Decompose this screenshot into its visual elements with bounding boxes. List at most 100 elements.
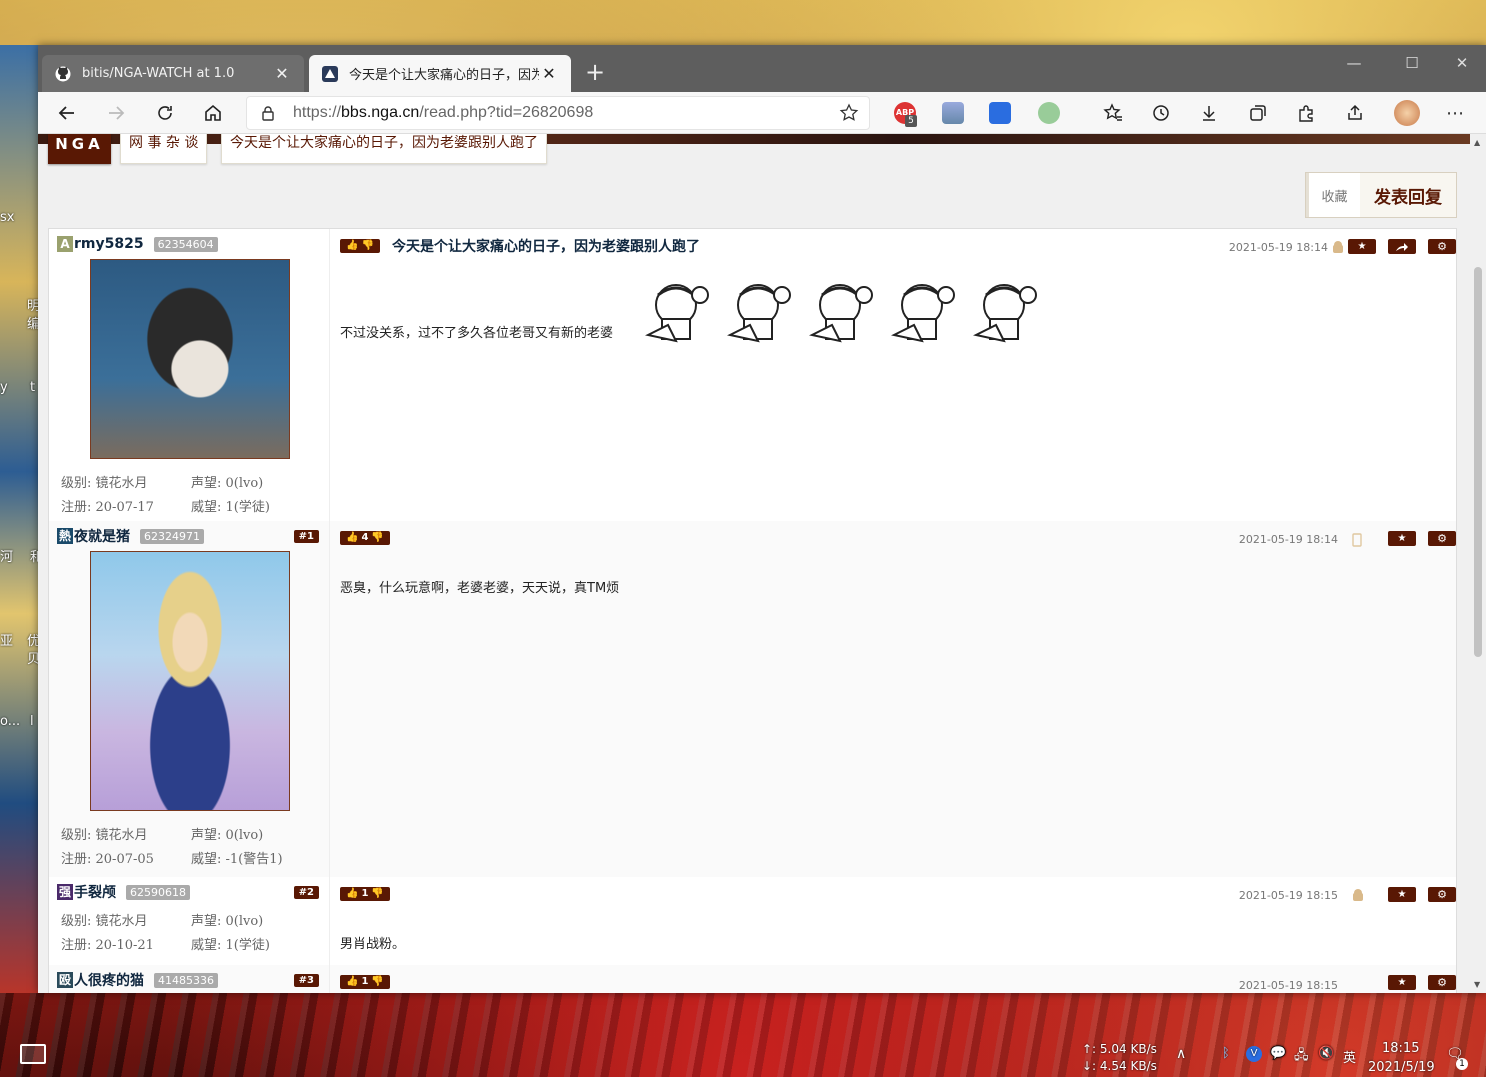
avatar[interactable]: [90, 551, 290, 811]
star-icon: ★: [1397, 533, 1407, 544]
post-item: A rmy5825 62354604 级别: 镜花水月 声望: 0(lvo) 注册…: [49, 229, 1456, 521]
vote-buttons[interactable]: 👍 👎: [340, 239, 380, 253]
user-level: 级别: 镜花水月: [61, 827, 148, 843]
favorites-button[interactable]: [1098, 98, 1128, 128]
desktop-icon-label[interactable]: l: [30, 714, 34, 729]
sticker-image: [973, 284, 1037, 343]
user-reputation: 声望: 0(lvo): [191, 475, 264, 491]
thumbs-up-icon[interactable]: 👍: [346, 239, 358, 253]
scrollbar-thumb[interactable]: [1474, 267, 1482, 657]
desktop-icon-label[interactable]: 亚: [0, 630, 13, 649]
vote-buttons[interactable]: 👍 1 👎: [340, 975, 390, 989]
ime-indicator[interactable]: 英: [1343, 1047, 1356, 1066]
share-post-button[interactable]: [1388, 239, 1416, 254]
history-button[interactable]: [1146, 98, 1176, 128]
address-bar[interactable]: https://bbs.nga.cn/read.php?tid=26820698: [246, 96, 870, 130]
floor-number[interactable]: #3: [293, 974, 319, 987]
tab-github[interactable]: bitis/NGA-WATCH at 1.0 ✕: [42, 55, 304, 92]
clock-time[interactable]: 18:15: [1382, 1041, 1419, 1056]
desktop-icon-label[interactable]: t: [30, 380, 35, 395]
bluetooth-icon[interactable]: ᛒ: [1222, 1046, 1230, 1061]
close-icon[interactable]: ✕: [272, 64, 292, 83]
maximize-button[interactable]: ☐: [1388, 49, 1436, 77]
page-scrollbar[interactable]: ▲ ▼: [1470, 134, 1486, 993]
translate-extension-icon[interactable]: [989, 102, 1011, 124]
chevron-up-icon[interactable]: ∧: [1176, 1046, 1186, 1062]
home-button[interactable]: [198, 98, 228, 128]
user-id-badge[interactable]: 62590618: [126, 884, 190, 900]
clock-date[interactable]: 2021/5/19: [1368, 1060, 1435, 1075]
back-button[interactable]: [52, 98, 82, 128]
post-item: 熱 夜就是猪 62324971 #1 级别: 镜花水月 声望: 0(lvo) 注册…: [49, 521, 1456, 877]
favorite-post-button[interactable]: ★: [1388, 975, 1416, 990]
desktop-icon-label[interactable]: y: [0, 380, 8, 395]
favorite-post-button[interactable]: ★: [1348, 239, 1376, 254]
nga-logo[interactable]: NGA: [48, 134, 111, 164]
vote-buttons[interactable]: 👍 4 👎: [340, 531, 390, 545]
username[interactable]: 夜就是猪: [74, 526, 130, 546]
mute-icon[interactable]: 🔇: [1318, 1046, 1334, 1061]
thumbs-down-icon[interactable]: 👎: [371, 975, 383, 989]
user-id-badge[interactable]: 62354604: [153, 236, 218, 252]
favorite-thread-button[interactable]: 收藏: [1306, 173, 1360, 217]
downloads-button[interactable]: [1194, 98, 1224, 128]
forward-button[interactable]: [101, 98, 131, 128]
extension-icon[interactable]: [1038, 102, 1060, 124]
taskbar: ↑: 5.04 KB/s ↓: 4.54 KB/s ∧ ᛒ V 💬 🖧 🔇 英 …: [0, 1032, 1486, 1077]
tab-nga[interactable]: 今天是个让大家痛心的日子，因为 ✕: [309, 55, 571, 92]
refresh-button[interactable]: [150, 98, 180, 128]
browser-window: bitis/NGA-WATCH at 1.0 ✕ 今天是个让大家痛心的日子，因为…: [38, 45, 1486, 993]
scroll-down-arrow[interactable]: ▼: [1474, 980, 1480, 989]
thumbs-down-icon[interactable]: 👎: [371, 887, 383, 901]
more-menu-icon[interactable]: ⋯: [1440, 98, 1470, 128]
desktop-icon-label[interactable]: 河: [0, 546, 13, 565]
post-settings-button[interactable]: ⚙: [1428, 887, 1456, 902]
user-id-badge[interactable]: 62324971: [140, 528, 204, 544]
thumbs-up-icon[interactable]: 👍: [346, 531, 358, 545]
download-speed: ↓: 4.54 KB/s: [1082, 1059, 1157, 1073]
thumbs-down-icon[interactable]: 👎: [361, 239, 373, 253]
image-extension-icon[interactable]: [942, 102, 964, 124]
extensions-button[interactable]: [1291, 98, 1321, 128]
breadcrumb-thread[interactable]: 今天是个让大家痛心的日子，因为老婆跟别人跑了: [221, 134, 547, 164]
thumbs-up-icon[interactable]: 👍: [346, 887, 358, 901]
user-id-badge[interactable]: 41485336: [154, 972, 218, 988]
share-button[interactable]: [1340, 98, 1370, 128]
post-reply-button[interactable]: 发表回复: [1360, 173, 1456, 217]
breadcrumb-forum[interactable]: 网 事 杂 谈: [120, 134, 208, 164]
post-settings-button[interactable]: ⚙: [1428, 531, 1456, 546]
collections-button[interactable]: [1243, 98, 1273, 128]
gear-icon: ⚙: [1437, 532, 1447, 545]
floor-number[interactable]: #2: [293, 886, 319, 899]
lock-icon[interactable]: [261, 105, 275, 125]
vpn-icon[interactable]: V: [1246, 1046, 1262, 1062]
thumbs-up-icon[interactable]: 👍: [346, 975, 358, 989]
url-text[interactable]: https://bbs.nga.cn/read.php?tid=26820698: [293, 104, 593, 122]
add-favorite-icon[interactable]: [839, 103, 859, 127]
page-viewport: NGA 网 事 杂 谈 今天是个让大家痛心的日子，因为老婆跟别人跑了 收藏 发表…: [38, 134, 1470, 993]
post-settings-button[interactable]: ⚙: [1428, 239, 1456, 254]
minimize-button[interactable]: —: [1330, 49, 1378, 77]
vote-buttons[interactable]: 👍 1 👎: [340, 887, 390, 901]
avatar[interactable]: [90, 259, 290, 459]
post-settings-button[interactable]: ⚙: [1428, 975, 1456, 990]
username[interactable]: 手裂颅: [74, 882, 116, 902]
desktop-icon-label[interactable]: o...: [0, 714, 20, 729]
star-icon: ★: [1397, 889, 1407, 900]
close-icon[interactable]: ✕: [539, 64, 559, 83]
close-window-button[interactable]: ✕: [1438, 49, 1486, 77]
new-tab-button[interactable]: +: [581, 59, 609, 87]
desktop-icon-label[interactable]: sx: [0, 210, 14, 225]
scroll-up-arrow[interactable]: ▲: [1474, 138, 1480, 147]
favorite-post-button[interactable]: ★: [1388, 531, 1416, 546]
profile-avatar[interactable]: [1394, 100, 1420, 126]
user-initial: A: [57, 236, 73, 252]
favorite-post-button[interactable]: ★: [1388, 887, 1416, 902]
username[interactable]: rmy5825: [74, 236, 144, 252]
floor-number[interactable]: #1: [293, 530, 319, 543]
network-icon[interactable]: 🖧: [1294, 1046, 1309, 1068]
desktop-app-icon[interactable]: [20, 1044, 46, 1064]
username[interactable]: 人很疼的猫: [74, 970, 144, 990]
thumbs-down-icon[interactable]: 👎: [371, 531, 383, 545]
wechat-icon[interactable]: 💬: [1270, 1046, 1286, 1061]
